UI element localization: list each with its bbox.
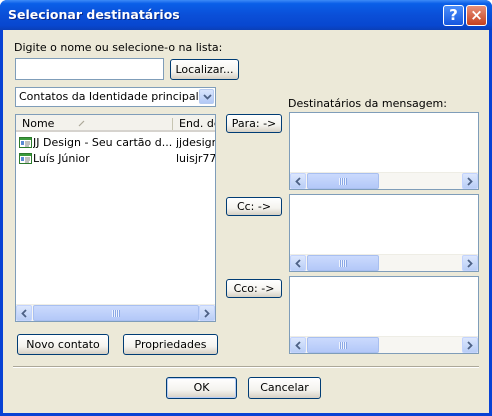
column-header-name-label: Nome	[22, 117, 55, 130]
scroll-right-button[interactable]	[462, 337, 478, 353]
cancel-button[interactable]: Cancelar	[248, 377, 321, 399]
recipients-label: Destinatários da mensagem:	[288, 97, 447, 110]
column-header-email[interactable]: End. de	[173, 115, 215, 132]
contact-name: Luís Júnior	[33, 152, 90, 165]
scroll-right-button[interactable]	[462, 173, 478, 189]
ok-button[interactable]: OK	[166, 377, 237, 399]
chevron-left-icon	[295, 177, 301, 186]
chevron-left-icon	[295, 341, 301, 350]
dialog-window: Selecionar destinatários ? × Digite o no…	[0, 0, 492, 416]
table-row[interactable]: JJ Design - Seu cartão d... jjdesignc	[16, 136, 215, 150]
chevron-left-icon	[21, 309, 27, 318]
bcc-button[interactable]: Cco: ->	[226, 279, 282, 298]
sort-ascending-icon	[78, 120, 85, 127]
contact-name: JJ Design - Seu cartão d...	[33, 136, 172, 149]
cancel-button-label: Cancelar	[260, 381, 309, 394]
cc-recipients-list[interactable]	[289, 194, 479, 272]
cc-button-label: Cc: ->	[236, 200, 272, 213]
to-button[interactable]: Para: ->	[226, 114, 282, 133]
scroll-left-button[interactable]	[16, 305, 32, 321]
to-recipients-list[interactable]	[289, 112, 479, 190]
scroll-left-button[interactable]	[290, 255, 306, 271]
title-bar[interactable]: Selecionar destinatários ? ×	[0, 0, 492, 30]
find-button-label: Localizar...	[175, 63, 234, 76]
to-button-label: Para: ->	[231, 117, 277, 130]
scroll-left-button[interactable]	[290, 337, 306, 353]
to-horizontal-scrollbar[interactable]	[290, 172, 478, 189]
scroll-right-button[interactable]	[199, 305, 215, 321]
close-button[interactable]: ×	[466, 5, 487, 26]
chevron-left-icon	[295, 259, 301, 268]
chevron-down-icon[interactable]	[199, 89, 214, 104]
cc-button[interactable]: Cc: ->	[226, 197, 282, 216]
ok-button-label: OK	[193, 381, 210, 394]
properties-button[interactable]: Propriedades	[123, 334, 218, 355]
new-contact-button[interactable]: Novo contato	[17, 334, 109, 355]
window-title: Selecionar destinatários	[8, 7, 180, 22]
help-button[interactable]: ?	[443, 5, 464, 26]
chevron-right-icon	[467, 177, 473, 186]
scroll-right-button[interactable]	[462, 255, 478, 271]
contact-email: jjdesignc	[176, 136, 215, 149]
scrollbar-thumb[interactable]	[33, 305, 199, 321]
dialog-body: Digite o nome ou selecione-o na lista: L…	[3, 30, 489, 413]
bcc-recipients-list[interactable]	[289, 276, 479, 354]
chevron-right-icon	[467, 341, 473, 350]
bcc-horizontal-scrollbar[interactable]	[290, 336, 478, 353]
table-row[interactable]: Luís Júnior luisjr77@	[16, 152, 215, 166]
chevron-right-icon	[467, 259, 473, 268]
footer-divider	[13, 366, 479, 368]
cc-horizontal-scrollbar[interactable]	[290, 254, 478, 271]
address-book-value: Contatos da Identidade principal	[19, 90, 199, 103]
scrollbar-thumb[interactable]	[307, 337, 379, 353]
properties-label: Propriedades	[134, 338, 207, 351]
search-label: Digite o nome ou selecione-o na lista:	[14, 41, 223, 54]
scroll-left-button[interactable]	[290, 173, 306, 189]
contacts-horizontal-scrollbar[interactable]	[16, 304, 215, 321]
contacts-list[interactable]: Nome End. de JJ Design - Seu cartão d...…	[15, 114, 216, 322]
scrollbar-thumb[interactable]	[307, 173, 379, 189]
find-button[interactable]: Localizar...	[170, 59, 239, 80]
column-header-email-label: End. de	[179, 117, 215, 130]
contact-card-icon	[19, 153, 32, 164]
column-header-name[interactable]: Nome	[16, 115, 172, 132]
chevron-right-icon	[204, 309, 210, 318]
new-contact-label: Novo contato	[26, 338, 100, 351]
contact-email: luisjr77@	[176, 152, 215, 165]
scrollbar-thumb[interactable]	[307, 255, 379, 271]
contact-card-icon	[19, 137, 32, 148]
search-input[interactable]	[15, 58, 164, 80]
address-book-select[interactable]: Contatos da Identidade principal	[15, 87, 216, 107]
bcc-button-label: Cco: ->	[233, 282, 275, 295]
contacts-list-header: Nome End. de	[16, 115, 215, 132]
